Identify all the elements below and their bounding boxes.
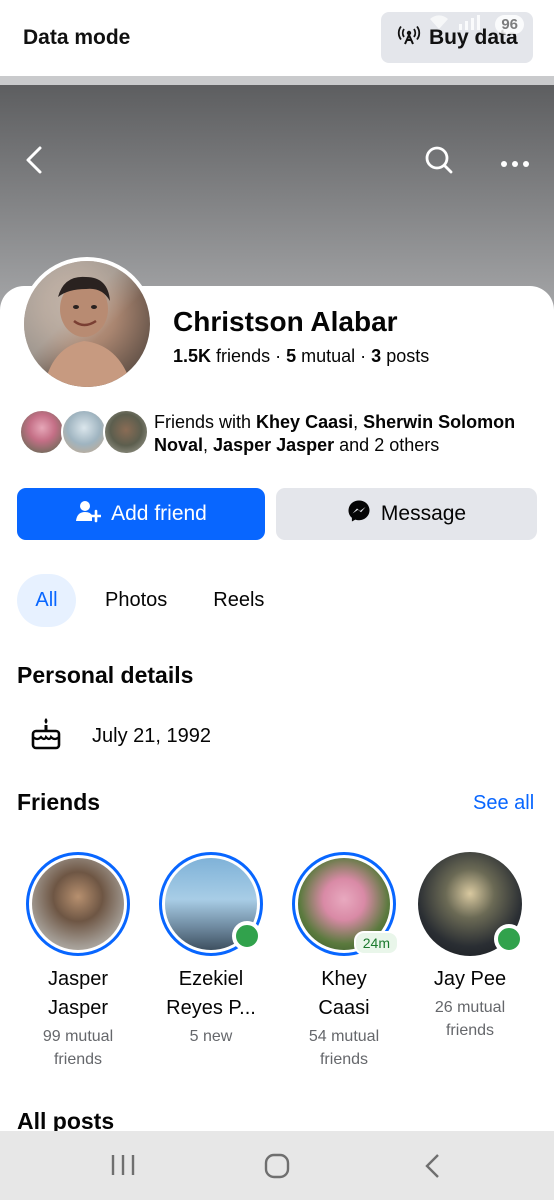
friend-name: Jay Pee	[433, 968, 507, 990]
friends-word: friends	[216, 346, 271, 366]
friend-mutual-count: 54 mutual friends	[308, 1028, 380, 1068]
birthday-date: July 21, 1992	[92, 724, 211, 747]
friend-card[interactable]: Jasper Jasper 99 mutual friends	[15, 852, 141, 1071]
last-active-badge: 24m	[353, 931, 399, 955]
system-navigation-bar	[0, 1131, 554, 1200]
more-options-icon[interactable]	[500, 155, 530, 173]
back-icon[interactable]	[424, 1153, 442, 1184]
friends-count: 1.5K	[173, 346, 212, 366]
tab-photos[interactable]: Photos	[88, 574, 184, 627]
online-status-indicator	[232, 921, 262, 951]
message-button[interactable]: Message	[276, 488, 537, 540]
messenger-icon	[347, 499, 371, 529]
recent-apps-icon[interactable]	[110, 1153, 136, 1182]
friend-avatar	[159, 852, 263, 956]
add-person-icon	[75, 499, 103, 529]
data-mode-label: Data mode	[23, 26, 131, 49]
friend-card[interactable]: Jay Pee 26 mutual friends	[407, 852, 533, 1042]
friend-card[interactable]: 24m Khey Caasi 54 mutual friends	[281, 852, 407, 1071]
add-friend-label: Add friend	[111, 502, 207, 525]
online-status-indicator	[494, 924, 524, 954]
mutual-avatar	[19, 409, 65, 455]
friend-mutual-count: 99 mutual friends	[42, 1028, 114, 1068]
antenna-icon	[397, 23, 421, 53]
divider	[0, 76, 554, 85]
friend-name: Khey Caasi	[318, 968, 370, 1019]
see-all-friends-link[interactable]: See all	[473, 792, 534, 815]
friend-avatar: 24m	[292, 852, 399, 956]
add-friend-button[interactable]: Add friend	[17, 488, 265, 540]
profile-name: Christson Alabar	[173, 306, 398, 337]
mutual-friend-name: Jasper Jasper	[213, 435, 335, 455]
birthday-row: July 21, 1992	[30, 716, 211, 756]
tab-all[interactable]: All	[17, 574, 76, 627]
home-icon[interactable]	[264, 1153, 290, 1184]
birthday-cake-icon	[30, 716, 62, 756]
mutual-avatar	[61, 409, 107, 455]
mutual-word: mutual	[301, 346, 356, 366]
personal-details-title: Personal details	[17, 662, 194, 688]
wifi-icon	[429, 14, 449, 35]
friend-card[interactable]: Ezekiel Reyes P... 5 new	[148, 852, 274, 1048]
tab-reels[interactable]: Reels	[196, 574, 281, 627]
battery-indicator: 96	[495, 15, 524, 34]
friends-section-title: Friends	[17, 789, 101, 815]
friend-name: Jasper Jasper	[47, 968, 109, 1019]
signal-icon	[457, 14, 487, 35]
friend-mutual-count: 26 mutual friends	[434, 999, 506, 1039]
status-icons: 96	[429, 14, 524, 35]
profile-tabs: All Photos Reels	[17, 574, 281, 627]
friend-avatar	[26, 852, 130, 956]
message-label: Message	[380, 502, 467, 525]
friend-avatar	[418, 852, 524, 956]
mutual-friends-avatars[interactable]	[19, 409, 149, 457]
profile-stats: 1.5K friends · 5 mutual · 3 posts	[173, 346, 430, 366]
profile-photo	[24, 261, 150, 387]
mutual-avatar	[103, 409, 149, 455]
profile-picture[interactable]	[20, 257, 154, 391]
search-icon[interactable]	[424, 145, 454, 180]
data-mode-bar: Data mode Buy data 96	[0, 0, 554, 76]
mutual-friend-name: Khey Caasi	[256, 412, 354, 432]
posts-count: 3	[371, 346, 382, 366]
back-arrow-icon[interactable]	[22, 145, 46, 180]
friend-new-count: 5 new	[189, 1028, 233, 1045]
friend-name: Ezekiel Reyes P...	[166, 968, 256, 1019]
mutual-friends-text[interactable]: Friends with Khey Caasi, Sherwin Solomon…	[154, 411, 534, 457]
mutual-count: 5	[286, 346, 297, 366]
posts-word: posts	[386, 346, 430, 366]
